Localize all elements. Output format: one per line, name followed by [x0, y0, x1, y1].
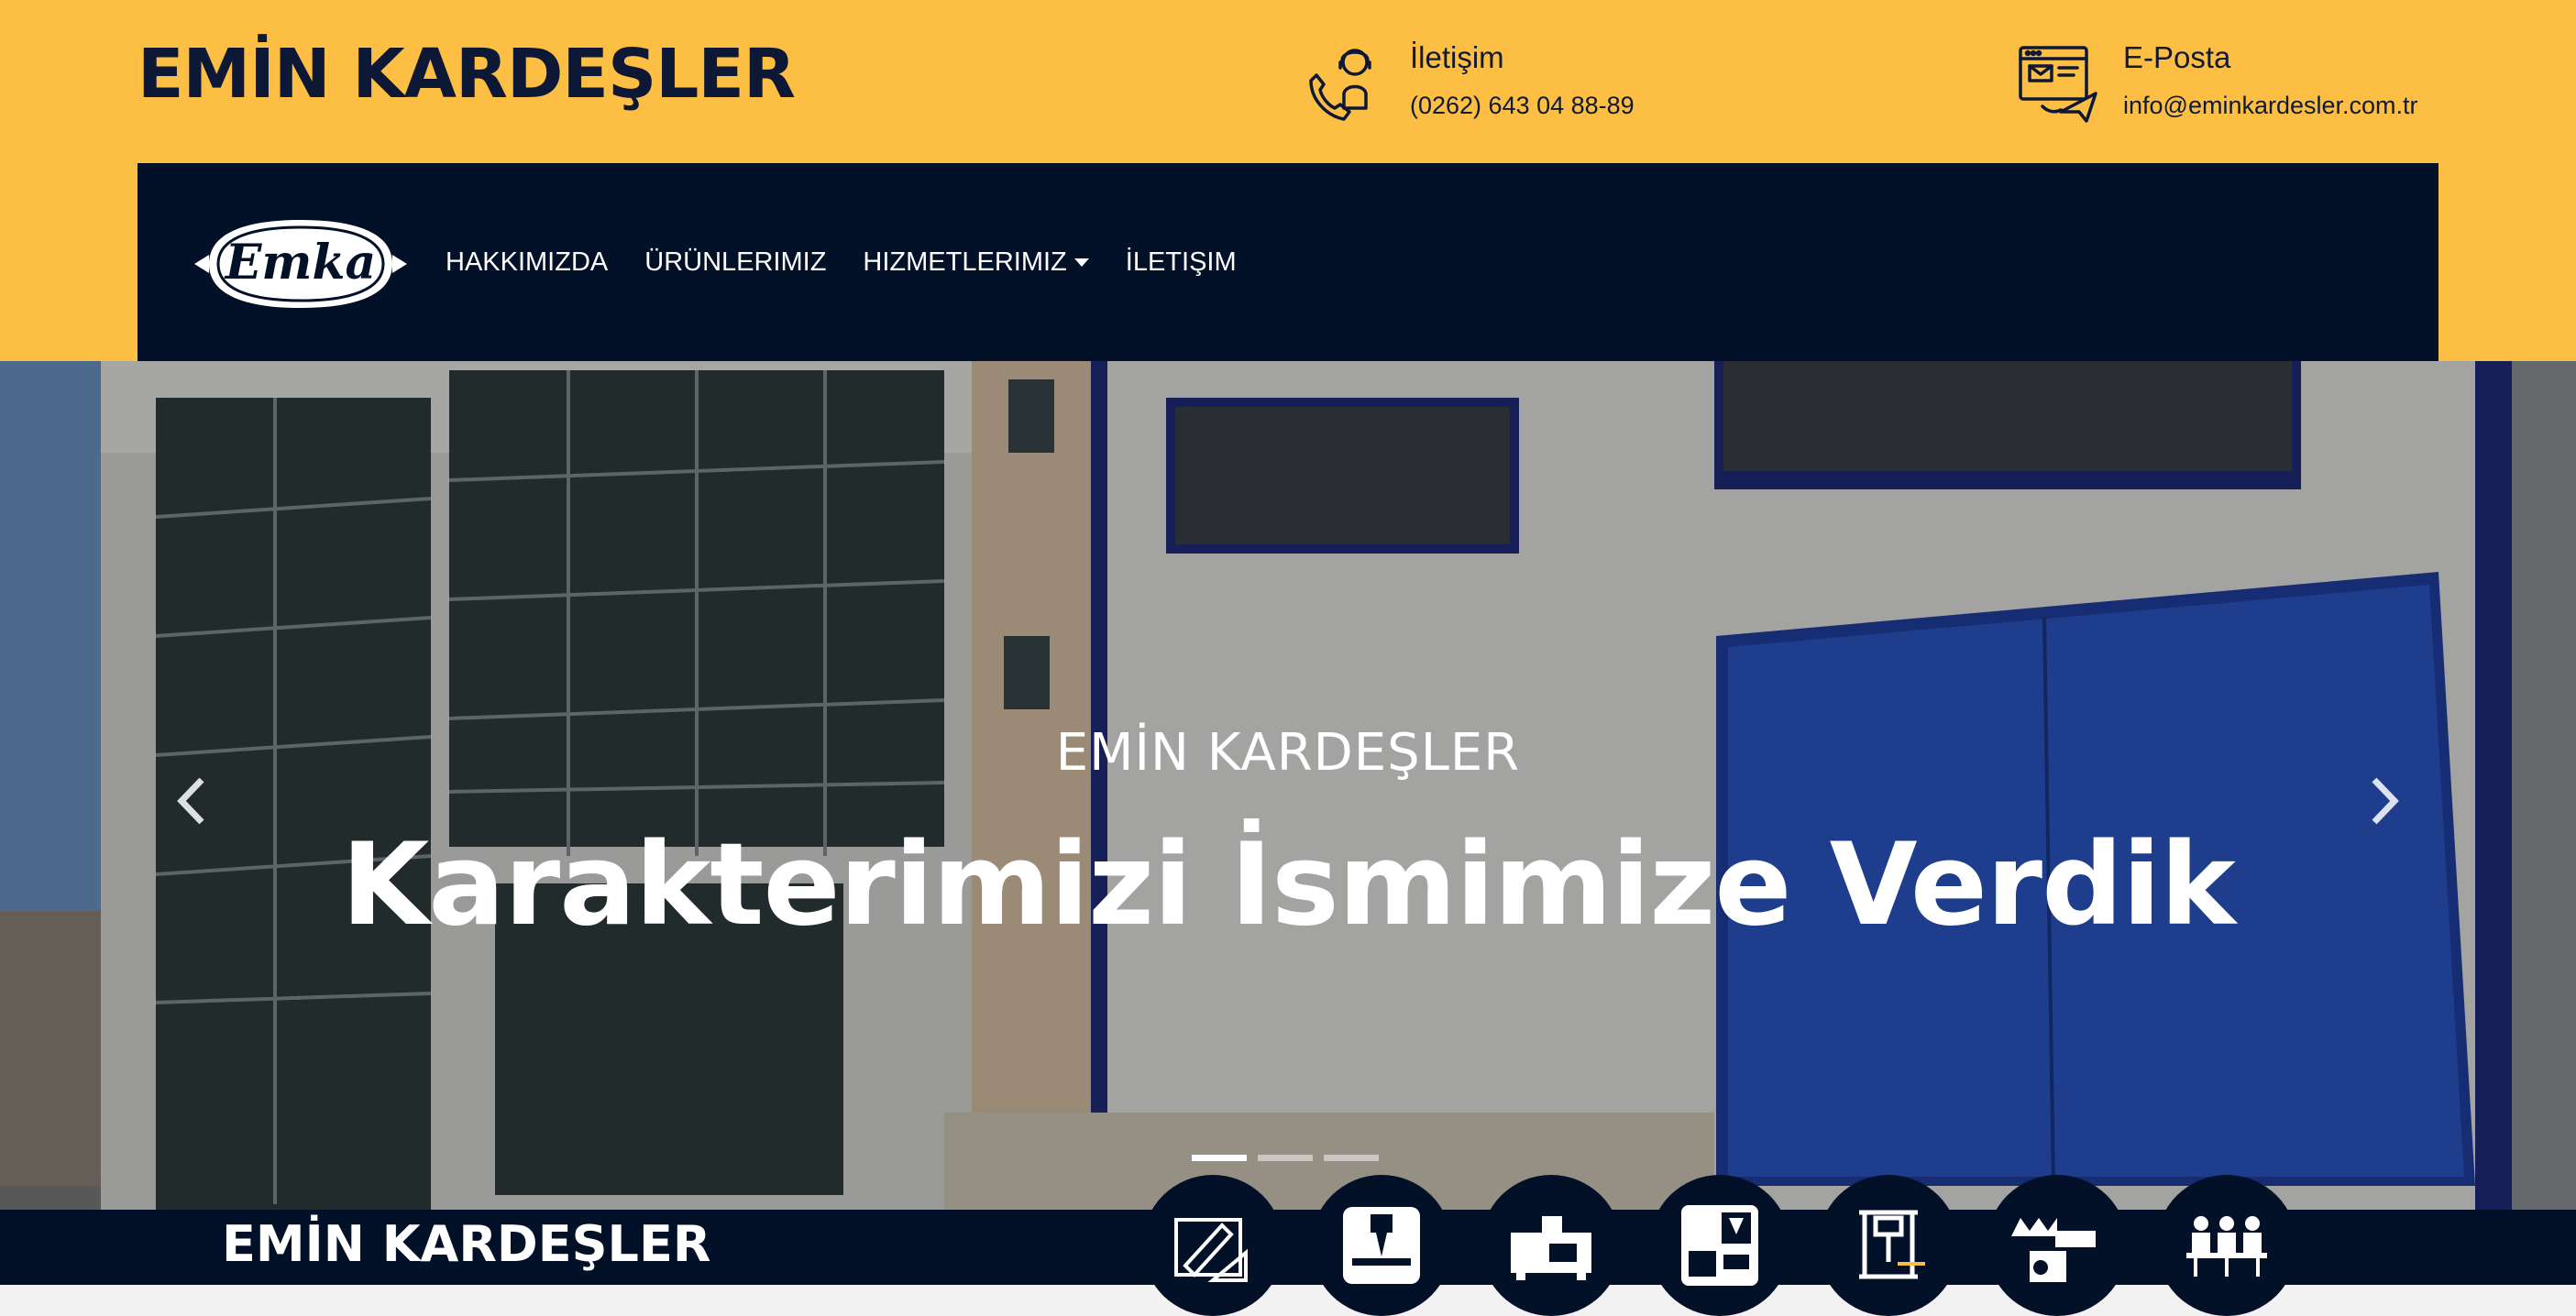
carousel-indicator[interactable] [1324, 1155, 1379, 1161]
service-design[interactable] [1142, 1175, 1283, 1316]
cnc-milling-icon [1343, 1207, 1420, 1284]
contact-phone-block[interactable]: İletişim (0262) 643 04 88-89 [1302, 38, 1635, 126]
footer-brand: EMİN KARDEŞLER [222, 1215, 711, 1273]
caret-down-icon [1073, 258, 1089, 267]
service-machining-center[interactable] [1649, 1175, 1790, 1316]
carousel-indicators [1192, 1155, 1390, 1161]
nav-item-hizmetlerimiz[interactable]: HIZMETLERIMIZ [863, 247, 1089, 278]
carousel-indicator[interactable] [1192, 1155, 1247, 1161]
nav-label: HIZMETLERIMIZ [863, 247, 1067, 277]
hero-carousel: EMİN KARDEŞLER Karakterimizi İsmimize Ve… [0, 361, 2576, 1210]
emka-logo[interactable]: Emka [191, 214, 411, 313]
email-icon [2019, 46, 2097, 123]
hero-title: Karakterimizi İsmimize Verdik [341, 819, 2236, 951]
cnc-lathe-icon [1511, 1216, 1591, 1280]
contact-email-block[interactable]: E-Posta info@eminkardesler.com.tr [2015, 38, 2418, 126]
service-press-machine[interactable] [1818, 1175, 1959, 1316]
carousel-indicator[interactable] [1258, 1155, 1313, 1161]
service-welding-machine[interactable] [1987, 1175, 2128, 1316]
nav-label: HAKKIMIZDA [446, 247, 609, 277]
machining-center-icon [1681, 1205, 1758, 1286]
contact-label: İletişim [1410, 40, 1504, 74]
service-cnc-lathe[interactable] [1481, 1175, 1622, 1316]
phone-support-icon [1309, 49, 1371, 121]
design-drawing-icon [1174, 1218, 1248, 1282]
site-brand[interactable]: EMİN KARDEŞLER [138, 35, 796, 114]
contact-phone[interactable]: (0262) 643 04 88-89 [1410, 92, 1635, 120]
email-label: E-Posta [2123, 40, 2231, 74]
hero-subtitle: EMİN KARDEŞLER [1055, 723, 1521, 783]
nav-label: ÜRÜNLERIMIZ [644, 247, 827, 277]
press-machine-icon [1859, 1210, 1925, 1279]
nav-item-hakkimizda[interactable]: HAKKIMIZDA [446, 247, 608, 278]
service-team-workers[interactable] [2156, 1175, 2297, 1316]
nav-item-urunlerimiz[interactable]: ÜRÜNLERIMIZ [644, 247, 826, 278]
logo-text: Emka [224, 235, 376, 291]
welding-machine-icon [2011, 1218, 2096, 1282]
service-cnc-milling[interactable] [1311, 1175, 1452, 1316]
nav-item-iletisim[interactable]: İLETIŞIM [1126, 247, 1237, 278]
team-workers-icon [2186, 1216, 2267, 1277]
email-address[interactable]: info@eminkardesler.com.tr [2123, 92, 2418, 120]
main-navbar: Emka HAKKIMIZDA ÜRÜNLERIMIZ HIZMETLERIMI… [138, 163, 2438, 361]
hero-overlay [0, 361, 2576, 1210]
nav-label: İLETIŞIM [1125, 247, 1237, 277]
nav-menu: HAKKIMIZDA ÜRÜNLERIMIZ HIZMETLERIMIZ İLE… [446, 163, 1273, 361]
